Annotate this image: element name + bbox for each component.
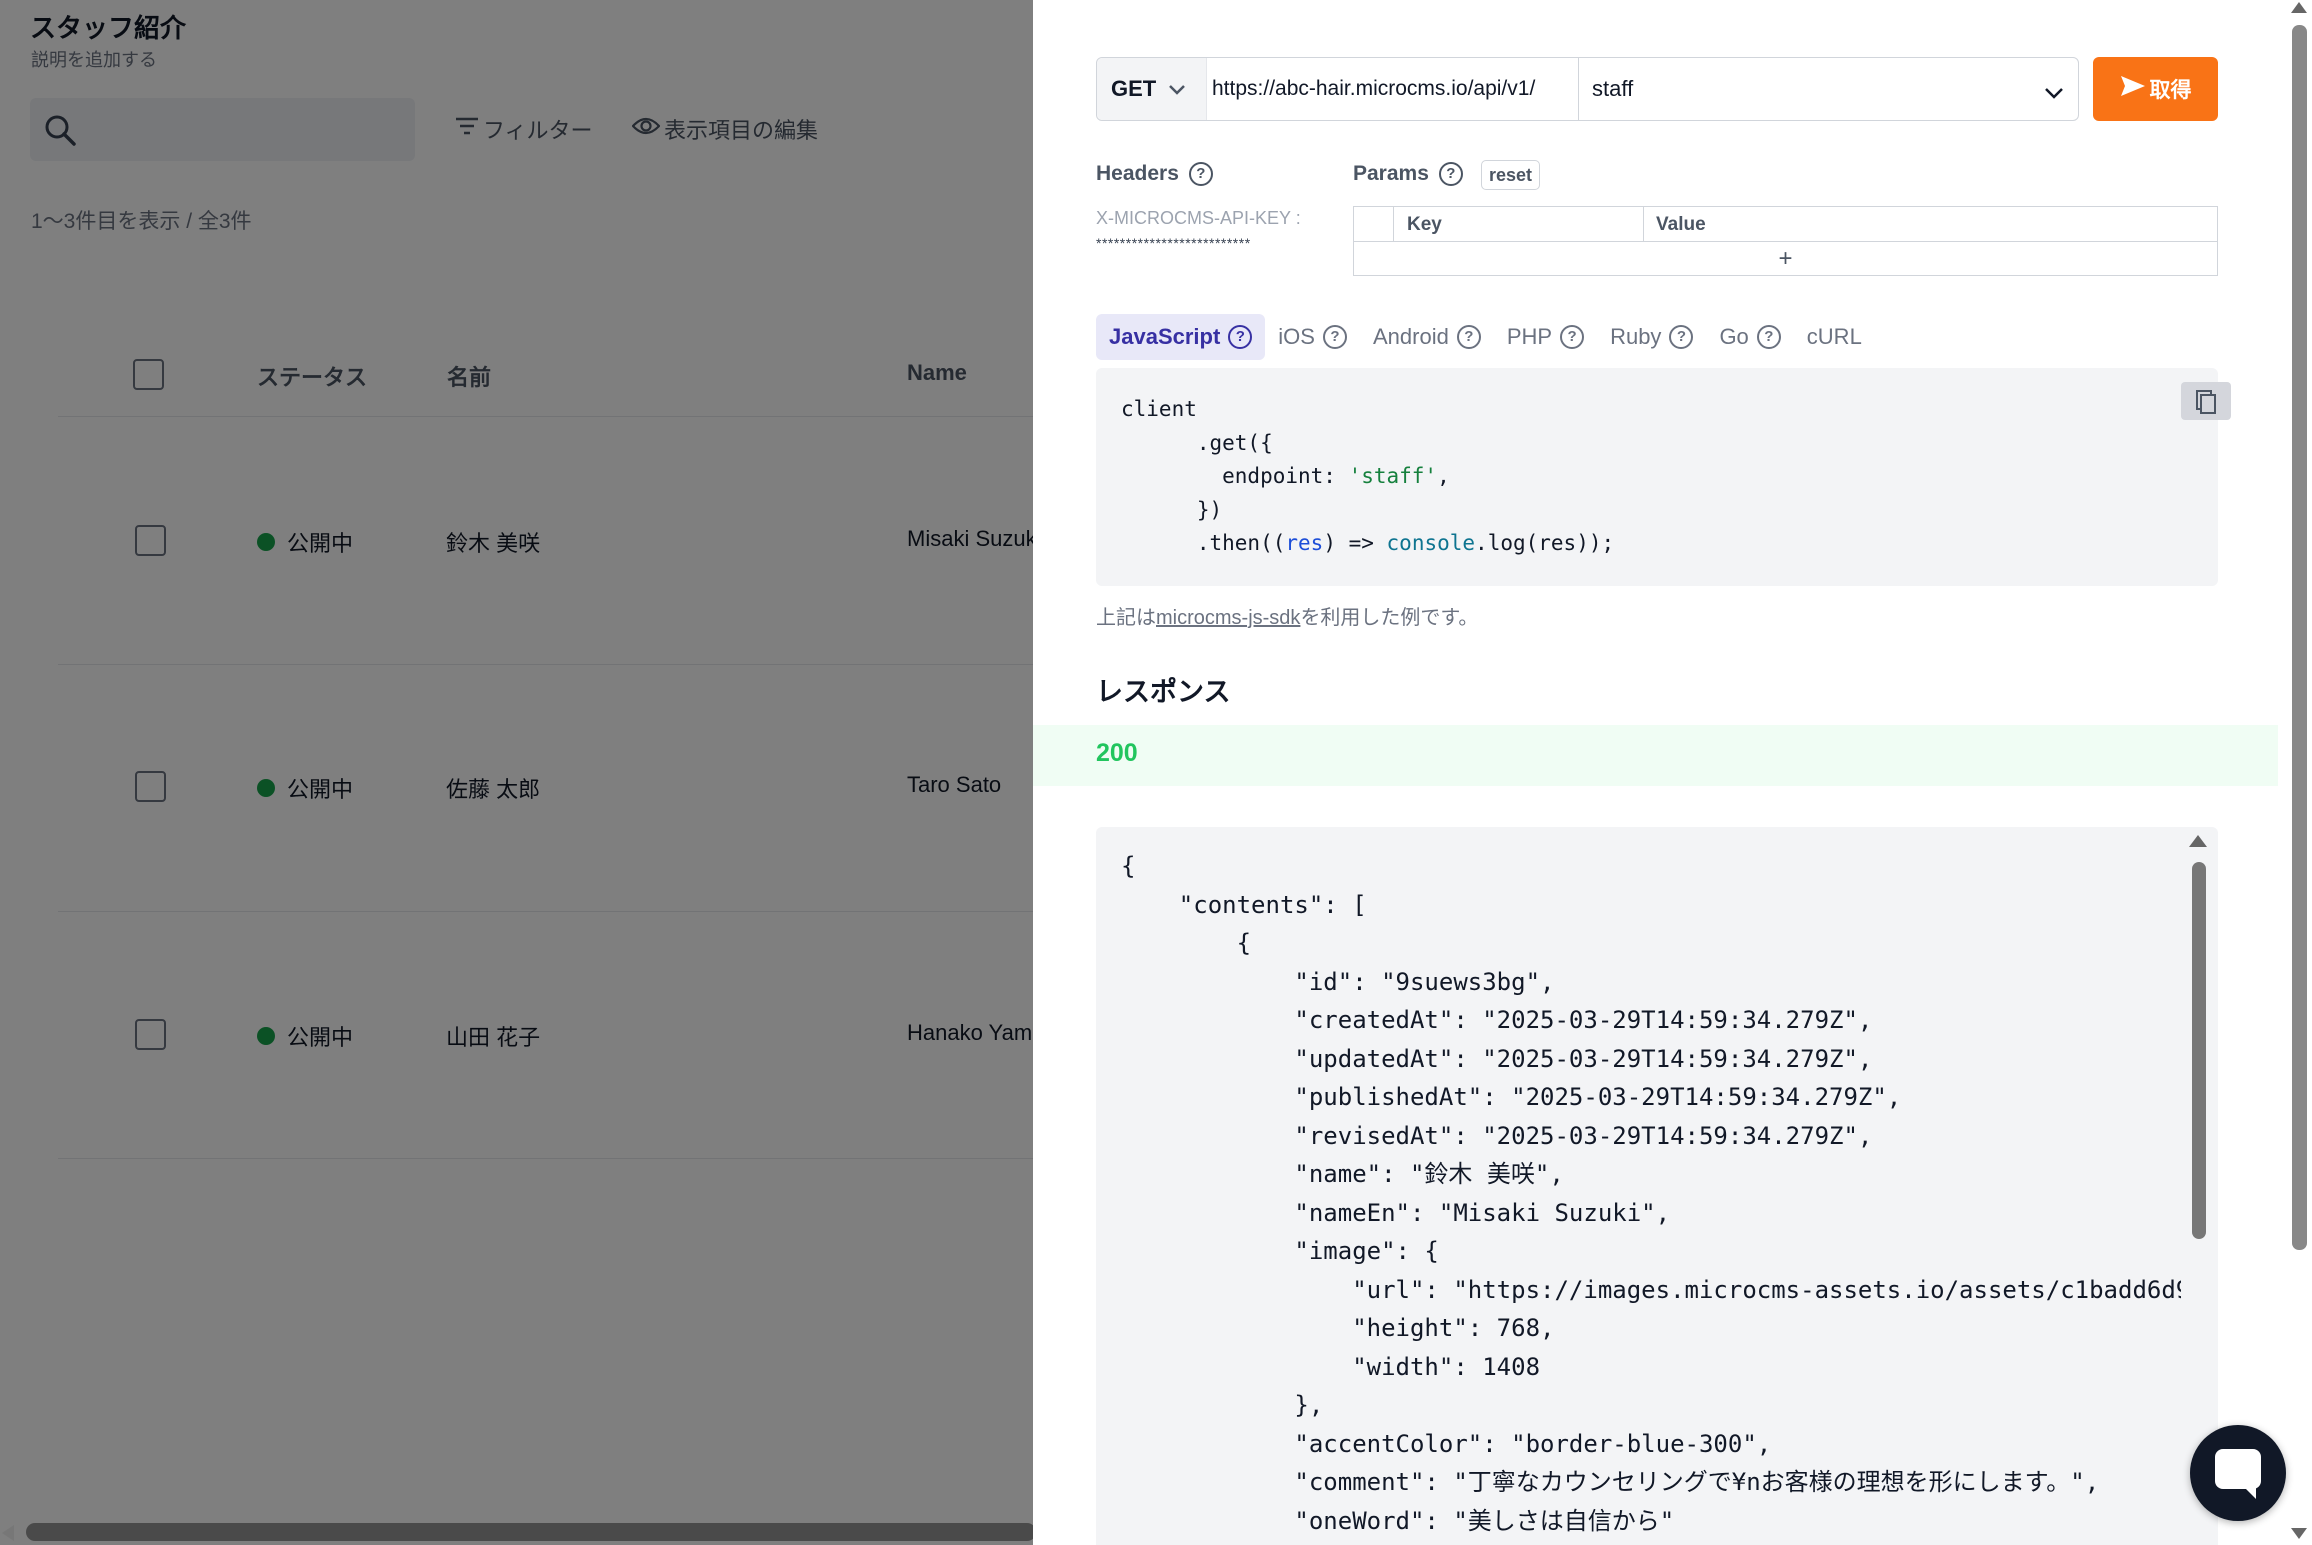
help-icon[interactable]: ? — [1756, 325, 1781, 349]
tab-go[interactable]: Go ? — [1706, 314, 1793, 360]
tab-php[interactable]: PHP ? — [1494, 314, 1597, 360]
api-key-label: X-MICROCMS-API-KEY : — [1096, 208, 1301, 228]
tab-android[interactable]: Android ? — [1360, 314, 1494, 360]
add-param-button[interactable]: + — [1354, 242, 2217, 275]
headers-label: Headers ? — [1096, 162, 1213, 186]
endpoint-select[interactable]: staff — [1578, 58, 2080, 120]
copy-button[interactable] — [2181, 382, 2231, 420]
request-bar: GET https://abc-hair.microcms.io/api/v1/… — [1096, 57, 2079, 121]
help-icon[interactable]: ? — [1228, 325, 1253, 349]
content-list-page: スタッフ紹介 説明を追加する フィルター 表示項目の編集 1〜3件目を表示 / … — [0, 0, 1033, 1545]
api-preview-panel: GET https://abc-hair.microcms.io/api/v1/… — [1033, 0, 2312, 1545]
api-key-value: ************************** — [1096, 235, 1251, 251]
tab-javascript[interactable]: JavaScript ? — [1096, 314, 1266, 360]
modal-backdrop[interactable] — [0, 0, 1033, 1545]
chevron-down-icon — [1168, 76, 1186, 102]
response-json-viewer[interactable]: { "contents": [ { "id": "9suews3bg", "cr… — [1096, 827, 2218, 1545]
response-title: レスポンス — [1096, 677, 1231, 707]
scroll-up-icon[interactable] — [2189, 835, 2207, 847]
params-key-header: Key — [1394, 207, 1644, 242]
base-url: https://abc-hair.microcms.io/api/v1/ — [1212, 77, 1536, 100]
sdk-link[interactable]: microcms-js-sdk — [1156, 607, 1300, 629]
method-select[interactable]: GET — [1097, 58, 1207, 120]
help-icon[interactable]: ? — [1322, 325, 1347, 349]
params-header-row: Key Value — [1354, 207, 2217, 242]
chat-support-button[interactable] — [2190, 1425, 2286, 1521]
sdk-note: 上記はmicrocms-js-sdkを利用した例です。 — [1096, 607, 1479, 629]
scroll-up-icon[interactable] — [2291, 2, 2307, 13]
code-sample: client .get({ endpoint: 'staff', }) .the… — [1096, 368, 2231, 586]
help-icon[interactable]: ? — [1560, 325, 1585, 349]
scroll-left-icon[interactable] — [2, 1525, 14, 1541]
tab-curl[interactable]: cURL — [1794, 314, 1875, 360]
horizontal-scrollbar[interactable] — [0, 1520, 1033, 1545]
tab-ios[interactable]: iOS ? — [1265, 314, 1360, 360]
scrollbar-thumb[interactable] — [2192, 862, 2206, 1239]
help-icon[interactable]: ? — [1188, 162, 1213, 186]
code-block: client .get({ endpoint: 'staff', }) .the… — [1121, 397, 1615, 555]
help-icon[interactable]: ? — [1669, 325, 1694, 349]
scrollbar-thumb[interactable] — [26, 1523, 1033, 1541]
help-icon[interactable]: ? — [1438, 162, 1463, 186]
fetch-button[interactable]: 取得 — [2093, 57, 2218, 121]
send-icon — [2120, 75, 2146, 103]
scrollbar-thumb[interactable] — [2292, 25, 2307, 1250]
tab-ruby[interactable]: Ruby ? — [1597, 314, 1706, 360]
chevron-down-icon — [2044, 80, 2064, 106]
params-table: Key Value + — [1353, 206, 2218, 276]
params-value-header: Value — [1656, 214, 1706, 235]
response-status-bar: 200 — [1033, 725, 2278, 786]
params-label: Params ? — [1353, 162, 1463, 186]
copy-icon — [2181, 390, 2231, 424]
panel-scrollbar[interactable] — [2285, 0, 2312, 1545]
response-json: { "contents": [ { "id": "9suews3bg", "cr… — [1121, 852, 2181, 1535]
help-icon[interactable]: ? — [1456, 325, 1481, 349]
reset-params-button[interactable]: reset — [1481, 160, 1541, 190]
chat-icon — [2215, 1449, 2261, 1489]
language-tabs: JavaScript ? iOS ? Android ? PHP ? Ruby … — [1096, 314, 1875, 360]
response-status-code: 200 — [1096, 739, 1138, 767]
scroll-down-icon[interactable] — [2291, 1528, 2307, 1539]
